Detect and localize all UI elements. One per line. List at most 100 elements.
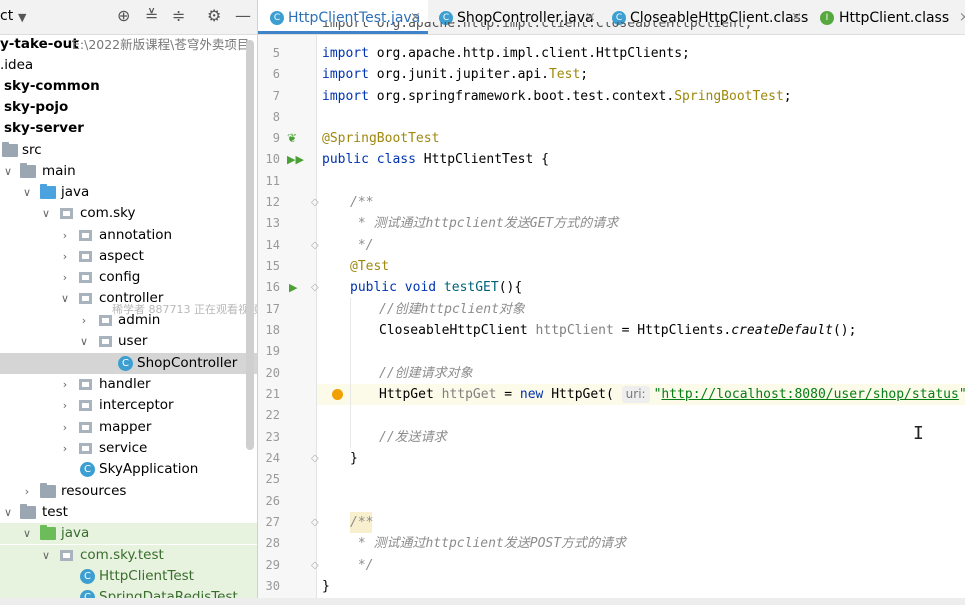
project-panel-scrollbar[interactable]: [246, 40, 254, 450]
tree-item-mapper[interactable]: › mapper: [0, 417, 257, 438]
tree-item-test[interactable]: ∨ test: [0, 502, 257, 523]
fold-marker-icon[interactable]: ◇: [311, 512, 320, 533]
interface-icon: I: [820, 11, 834, 25]
code-line[interactable]: @SpringBootTest: [322, 128, 439, 149]
code-line[interactable]: import org.apache.http.impl.client.Close…: [322, 22, 752, 34]
tree-item-service[interactable]: › service: [0, 438, 257, 459]
fold-marker-icon[interactable]: ◇: [311, 277, 320, 298]
chevron-right-icon[interactable]: ›: [59, 246, 71, 267]
line-number: 6: [272, 67, 280, 81]
code-line[interactable]: /**: [350, 512, 373, 533]
package-icon: [79, 422, 92, 433]
code-line[interactable]: import org.junit.jupiter.api.Test;: [322, 64, 588, 85]
tree-item-idea[interactable]: .idea: [0, 55, 257, 76]
tree-item-java[interactable]: ∨ java: [0, 182, 257, 203]
line-number: 23: [265, 430, 280, 444]
tree-item-src[interactable]: src: [0, 140, 257, 161]
code-line[interactable]: //创建请求对象: [379, 363, 473, 384]
code-line[interactable]: /**: [350, 192, 373, 213]
code-line[interactable]: */: [350, 555, 374, 576]
chevron-down-icon[interactable]: ∨: [59, 288, 71, 309]
code-line[interactable]: //创建httpclient对象: [379, 299, 525, 320]
chevron-right-icon[interactable]: ›: [59, 395, 71, 416]
tree-item-com-sky-test[interactable]: ∨ com.sky.test: [0, 545, 257, 566]
caret-down-icon[interactable]: ▼: [18, 8, 26, 28]
code-line[interactable]: * 测试通过httpclient发送GET方式的请求: [350, 213, 618, 234]
fold-marker-icon[interactable]: ◇: [311, 235, 320, 256]
chevron-down-icon[interactable]: ∨: [40, 203, 52, 224]
fold-marker-icon[interactable]: ◇: [311, 192, 320, 213]
run-test-icon[interactable]: ▶: [289, 277, 297, 298]
minimize-icon[interactable]: —: [235, 6, 251, 26]
collapse-all-icon[interactable]: ≑: [172, 6, 185, 26]
tree-item-handler[interactable]: › handler: [0, 374, 257, 395]
text-cursor-icon: I: [913, 423, 924, 444]
tree-item-shop-controller[interactable]: C ShopController: [0, 353, 257, 374]
chevron-right-icon[interactable]: ›: [59, 417, 71, 438]
tree-item-main[interactable]: ∨ main: [0, 161, 257, 182]
chevron-down-icon[interactable]: ∨: [2, 161, 14, 182]
code-line[interactable]: }: [350, 448, 358, 469]
chevron-down-icon[interactable]: ∨: [21, 182, 33, 203]
code-line[interactable]: import org.springframework.boot.test.con…: [322, 86, 792, 107]
tree-item-sky-common[interactable]: sky-common: [0, 76, 257, 97]
tree-item-interceptor[interactable]: › interceptor: [0, 395, 257, 416]
chevron-right-icon[interactable]: ›: [78, 310, 90, 331]
tree-item-user[interactable]: ∨ user: [0, 331, 257, 352]
tree-item-resources[interactable]: › resources: [0, 481, 257, 502]
tree-item-sky-server[interactable]: sky-server: [0, 118, 257, 139]
tree-item-spring-data-redis-test[interactable]: C SpringDataRedisTest: [0, 587, 257, 598]
code-line[interactable]: * 测试通过httpclient发送POST方式的请求: [350, 533, 626, 554]
tree-item-sky-application[interactable]: C SkyApplication: [0, 459, 257, 480]
crosshair-icon[interactable]: ⊕: [117, 6, 130, 26]
chevron-right-icon[interactable]: ›: [59, 267, 71, 288]
spring-bean-icon[interactable]: ❦: [287, 128, 297, 149]
test-source-folder-icon: [40, 525, 56, 540]
chevron-right-icon[interactable]: ›: [59, 374, 71, 395]
code-line[interactable]: public class HttpClientTest {: [322, 149, 549, 170]
tab-http-client[interactable]: I HttpClient.class ×: [812, 0, 965, 34]
line-number: 8: [272, 110, 280, 124]
chevron-right-icon[interactable]: ›: [59, 438, 71, 459]
close-icon[interactable]: ×: [791, 0, 802, 34]
code-line[interactable]: public void testGET(){: [350, 277, 522, 298]
url-link[interactable]: http://localhost:8080/user/shop/status: [661, 387, 958, 402]
chevron-right-icon[interactable]: ›: [21, 481, 33, 502]
code-line[interactable]: */: [350, 235, 374, 256]
tree-item-com-sky[interactable]: ∨ com.sky: [0, 203, 257, 224]
line-number: 7: [272, 89, 280, 103]
package-icon: [79, 400, 92, 411]
code-line[interactable]: }: [322, 576, 330, 597]
tree-item-aspect[interactable]: › aspect: [0, 246, 257, 267]
tree-item-test-java[interactable]: ∨ java: [0, 523, 257, 544]
close-icon[interactable]: ×: [959, 0, 965, 34]
chevron-right-icon[interactable]: ›: [59, 225, 71, 246]
chevron-down-icon[interactable]: ∨: [21, 523, 33, 544]
chevron-down-icon[interactable]: ∨: [40, 545, 52, 566]
line-number: 15: [265, 259, 280, 273]
run-all-tests-icon[interactable]: ▶▶: [287, 149, 304, 170]
fold-marker-icon[interactable]: ◇: [311, 448, 320, 469]
chevron-down-icon[interactable]: ∨: [2, 502, 14, 523]
line-number: 27: [265, 515, 280, 529]
line-number: 25: [265, 472, 280, 486]
lightbulb-icon[interactable]: [332, 389, 343, 400]
code-line[interactable]: import org.apache.http.impl.client.HttpC…: [322, 43, 690, 64]
tree-item-root[interactable]: y-take-out E:\2022新版课程\苍穹外卖项目\: [0, 34, 257, 55]
tree-item-config[interactable]: › config: [0, 267, 257, 288]
chevron-down-icon[interactable]: ∨: [78, 331, 90, 352]
tree-item-admin[interactable]: › admin: [0, 310, 257, 331]
code-line[interactable]: @Test: [350, 256, 389, 277]
package-icon: [79, 443, 92, 454]
gear-icon[interactable]: ⚙: [207, 6, 221, 26]
code-line[interactable]: CloseableHttpClient httpClient = HttpCli…: [379, 320, 856, 341]
code-line[interactable]: HttpGet httpGet = new HttpGet( uri: "http…: [379, 384, 965, 405]
package-icon: [79, 230, 92, 241]
tree-item-annotation[interactable]: › annotation: [0, 225, 257, 246]
tree-item-http-client-test[interactable]: C HttpClientTest: [0, 566, 257, 587]
expand-all-icon[interactable]: ≚: [145, 6, 158, 26]
tree-item-sky-pojo[interactable]: sky-pojo: [0, 97, 257, 118]
project-view-title[interactable]: ct: [0, 8, 13, 24]
code-line[interactable]: //发送请求: [379, 427, 447, 448]
fold-marker-icon[interactable]: ◇: [311, 555, 320, 576]
